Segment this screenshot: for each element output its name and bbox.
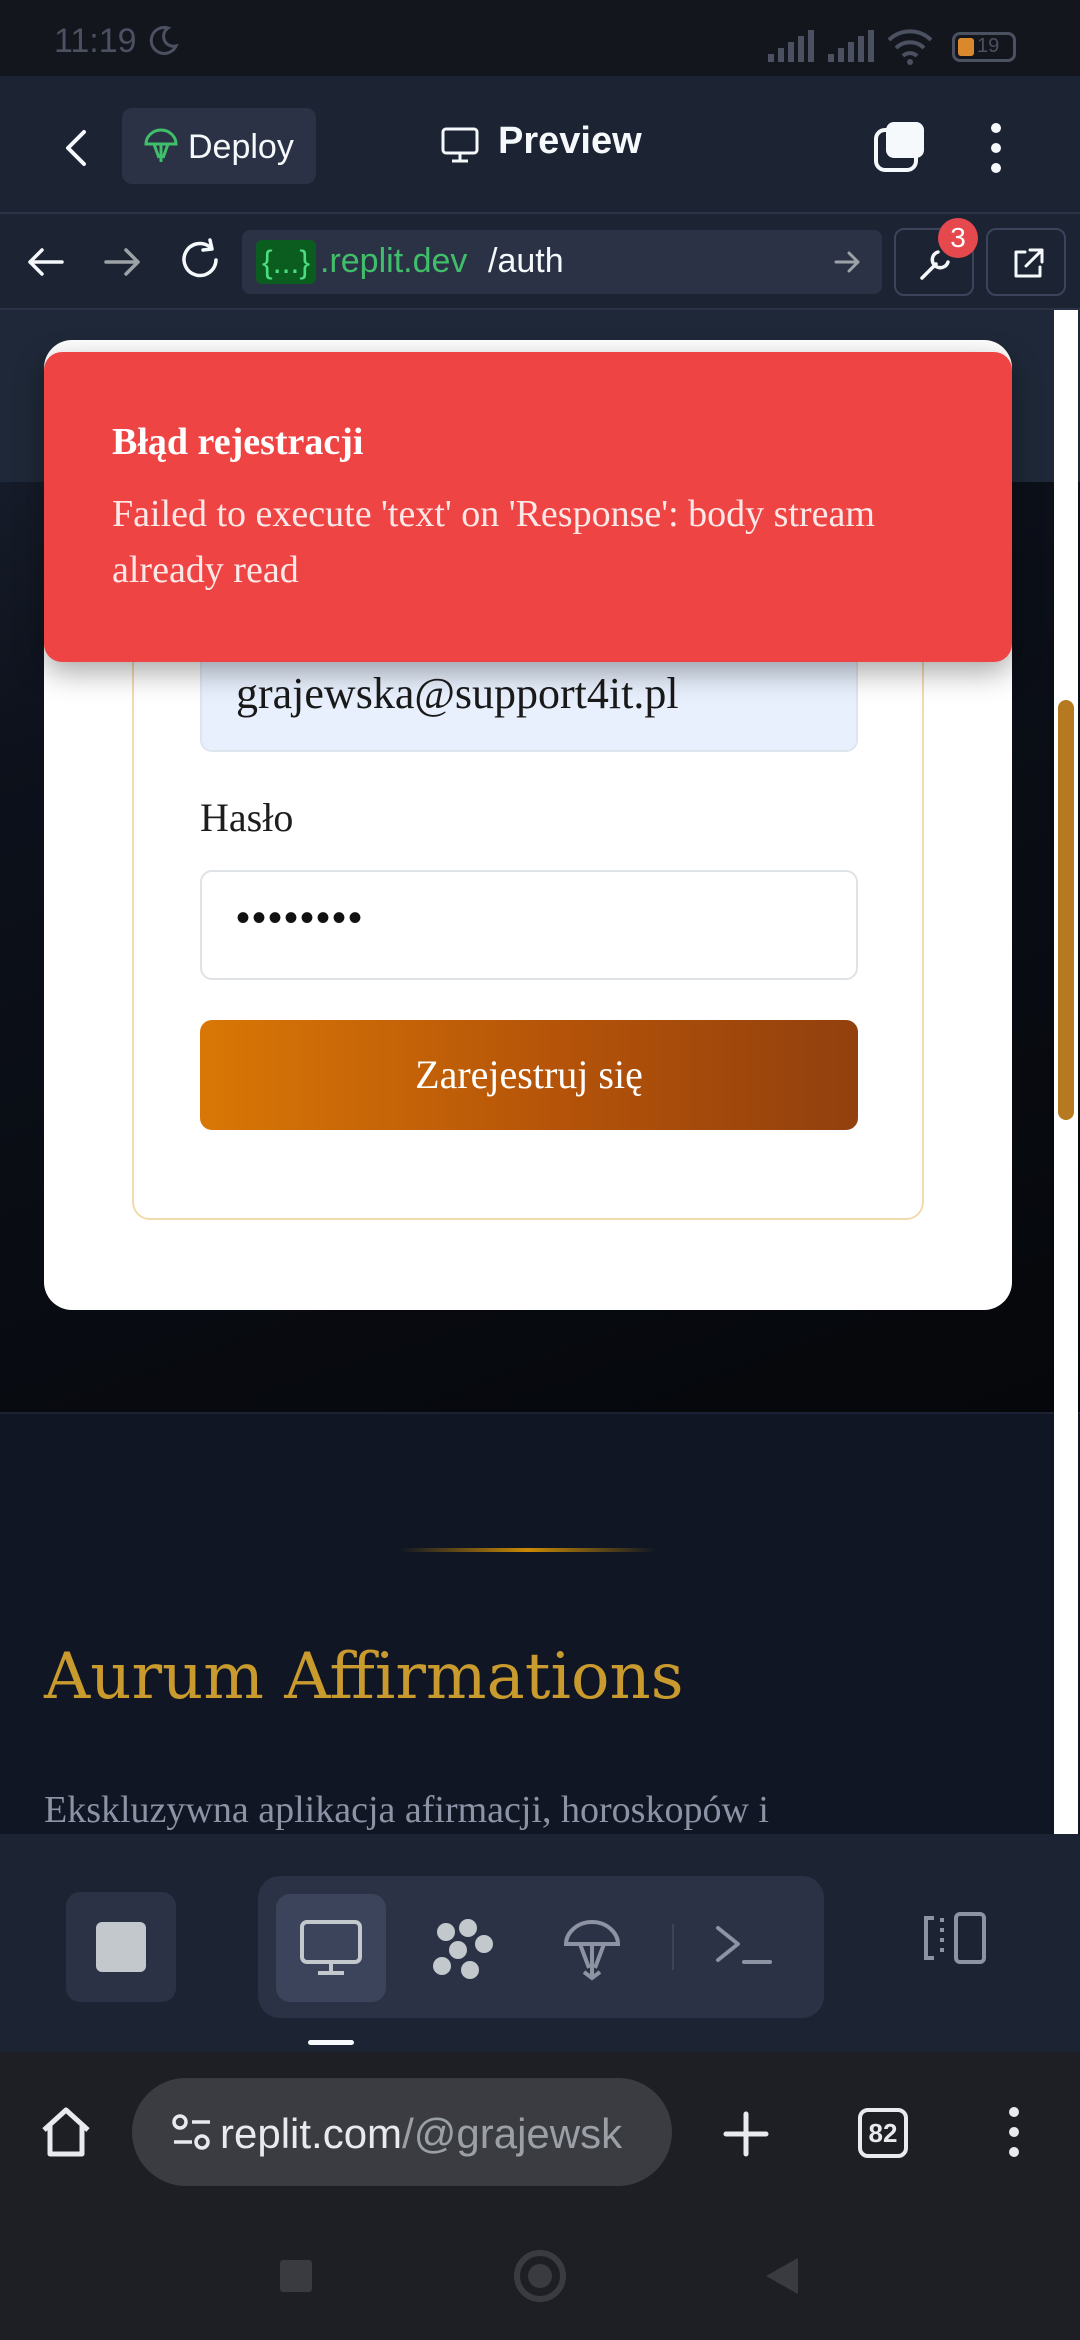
- recents-icon[interactable]: [280, 2260, 312, 2292]
- battery-level: 19: [977, 35, 1000, 57]
- back-nav-icon[interactable]: [764, 2256, 800, 2296]
- open-new-tab-button[interactable]: [986, 228, 1066, 296]
- register-form: grajewska@support4it.pl Hasło •••••••• Z…: [132, 640, 924, 1220]
- devtools-button[interactable]: 3: [894, 218, 978, 296]
- scrollbar-thumb[interactable]: [1058, 700, 1074, 1120]
- address-text: replit.com/@grajewsk: [220, 2110, 622, 2158]
- more-options-icon[interactable]: [976, 118, 1016, 178]
- chrome-menu-icon[interactable]: [1000, 2104, 1028, 2160]
- agent-swirl-icon: [433, 1919, 493, 1979]
- url-input[interactable]: {...} .replit.dev /auth: [242, 230, 882, 294]
- error-toast[interactable]: Błąd rejestracji Failed to execute 'text…: [44, 352, 1012, 662]
- new-tab-plus-icon[interactable]: [722, 2110, 770, 2158]
- tool-switcher: [258, 1876, 824, 2018]
- agent-tool-button[interactable]: [408, 1894, 518, 2002]
- status-bar: 11:19 19: [0, 0, 1080, 76]
- address-host: replit.com: [220, 2110, 403, 2157]
- auth-section: grajewska@support4it.pl Hasło •••••••• Z…: [0, 310, 1080, 1412]
- signal-2-icon: [828, 30, 874, 62]
- go-arrow-icon[interactable]: [832, 248, 862, 276]
- terminal-icon: [716, 1926, 772, 1964]
- replit-top-bar: Deploy Preview: [0, 76, 1080, 214]
- deploy-label: Deploy: [188, 128, 294, 166]
- layout-toggle-icon[interactable]: [920, 1908, 992, 1968]
- page-title: Preview: [498, 120, 642, 162]
- password-field[interactable]: ••••••••: [200, 870, 858, 980]
- deploy-rocket-icon: [563, 1919, 621, 1981]
- preview-tool-button[interactable]: [276, 1894, 386, 2002]
- brand-tagline: Ekskluzywna aplikacja afirmacji, horosko…: [44, 1789, 769, 1831]
- monitor-icon: [300, 1920, 362, 1975]
- url-badge: {...}: [256, 240, 317, 284]
- address-bar[interactable]: replit.com/@grajewsk: [132, 2078, 672, 2186]
- tab-switcher-button[interactable]: 82: [858, 2108, 908, 2158]
- do-not-disturb-moon-icon: [149, 25, 179, 55]
- tool-divider: [672, 1924, 674, 1970]
- url-path: /auth: [488, 242, 564, 280]
- site-settings-icon: [172, 2114, 210, 2150]
- signal-1-icon: [768, 30, 814, 62]
- home-icon[interactable]: [38, 2104, 94, 2160]
- wifi-icon: [887, 29, 933, 65]
- arrow-right-icon[interactable]: [100, 240, 144, 284]
- monitor-icon: [441, 127, 479, 163]
- stop-button[interactable]: [66, 1892, 176, 2002]
- shell-tool-button[interactable]: [690, 1894, 800, 2002]
- preview-webview: grajewska@support4it.pl Hasło •••••••• Z…: [0, 310, 1080, 1834]
- toast-message: Failed to execute 'text' on 'Response': …: [112, 493, 875, 591]
- system-nav-bar: [0, 2212, 1080, 2340]
- home-nav-icon[interactable]: [514, 2250, 566, 2302]
- replit-tool-bar: [0, 1834, 1080, 2052]
- status-time: 11:19: [54, 22, 137, 60]
- arrow-left-icon[interactable]: [24, 240, 68, 284]
- devtools-badge: 3: [938, 218, 978, 258]
- tabs-icon[interactable]: [872, 118, 928, 174]
- chrome-toolbar: replit.com/@grajewsk 82: [0, 2052, 1080, 2212]
- deploy-button[interactable]: Deploy: [122, 108, 316, 184]
- register-button[interactable]: Zarejestruj się: [200, 1020, 858, 1130]
- brand-heading: Aurum Affirmations: [44, 1640, 684, 1714]
- password-label: Hasło: [200, 795, 294, 840]
- gold-divider: [400, 1548, 656, 1552]
- back-chevron-icon[interactable]: [50, 120, 106, 176]
- preview-browser-bar: {...} .replit.dev /auth 3: [0, 214, 1080, 310]
- address-path: /@grajewsk: [402, 2110, 623, 2157]
- about-section: Aurum Affirmations Ekskluzywna aplikacja…: [0, 1412, 1080, 1834]
- deployments-tool-button[interactable]: [540, 1894, 650, 2002]
- active-tab-indicator: [308, 2040, 354, 2045]
- external-link-icon: [1014, 248, 1044, 278]
- deploy-rocket-icon: [144, 128, 178, 162]
- toast-title: Błąd rejestracji: [112, 421, 364, 463]
- stop-icon: [96, 1922, 146, 1972]
- url-host: .replit.dev: [320, 242, 468, 280]
- reload-icon[interactable]: [176, 236, 224, 284]
- battery-icon: 19: [952, 32, 1016, 62]
